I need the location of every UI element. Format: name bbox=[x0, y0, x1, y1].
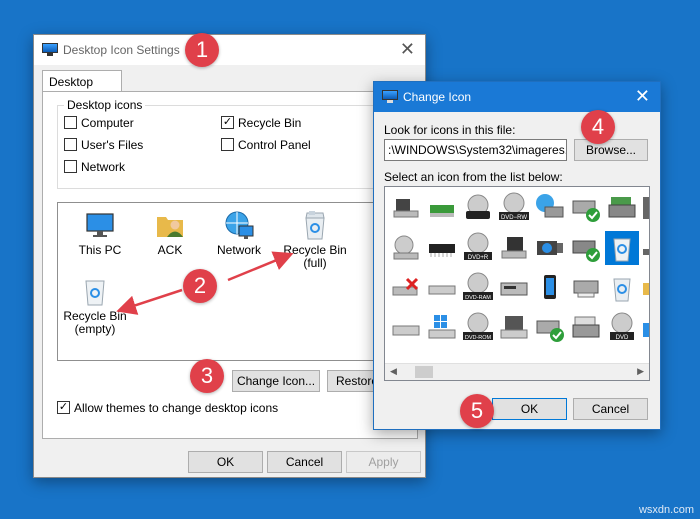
callout-1: 1 bbox=[185, 33, 219, 67]
callout-5: 5 bbox=[460, 394, 494, 428]
watermark: wsxdn.com bbox=[638, 504, 694, 516]
annotation-arrows bbox=[116, 251, 294, 315]
callout-2: 2 bbox=[183, 269, 217, 303]
callout-3: 3 bbox=[190, 359, 224, 393]
callout-4: 4 bbox=[581, 110, 615, 144]
arrow-to-empty-bin bbox=[116, 288, 183, 315]
arrow-to-full-bin bbox=[227, 251, 294, 282]
